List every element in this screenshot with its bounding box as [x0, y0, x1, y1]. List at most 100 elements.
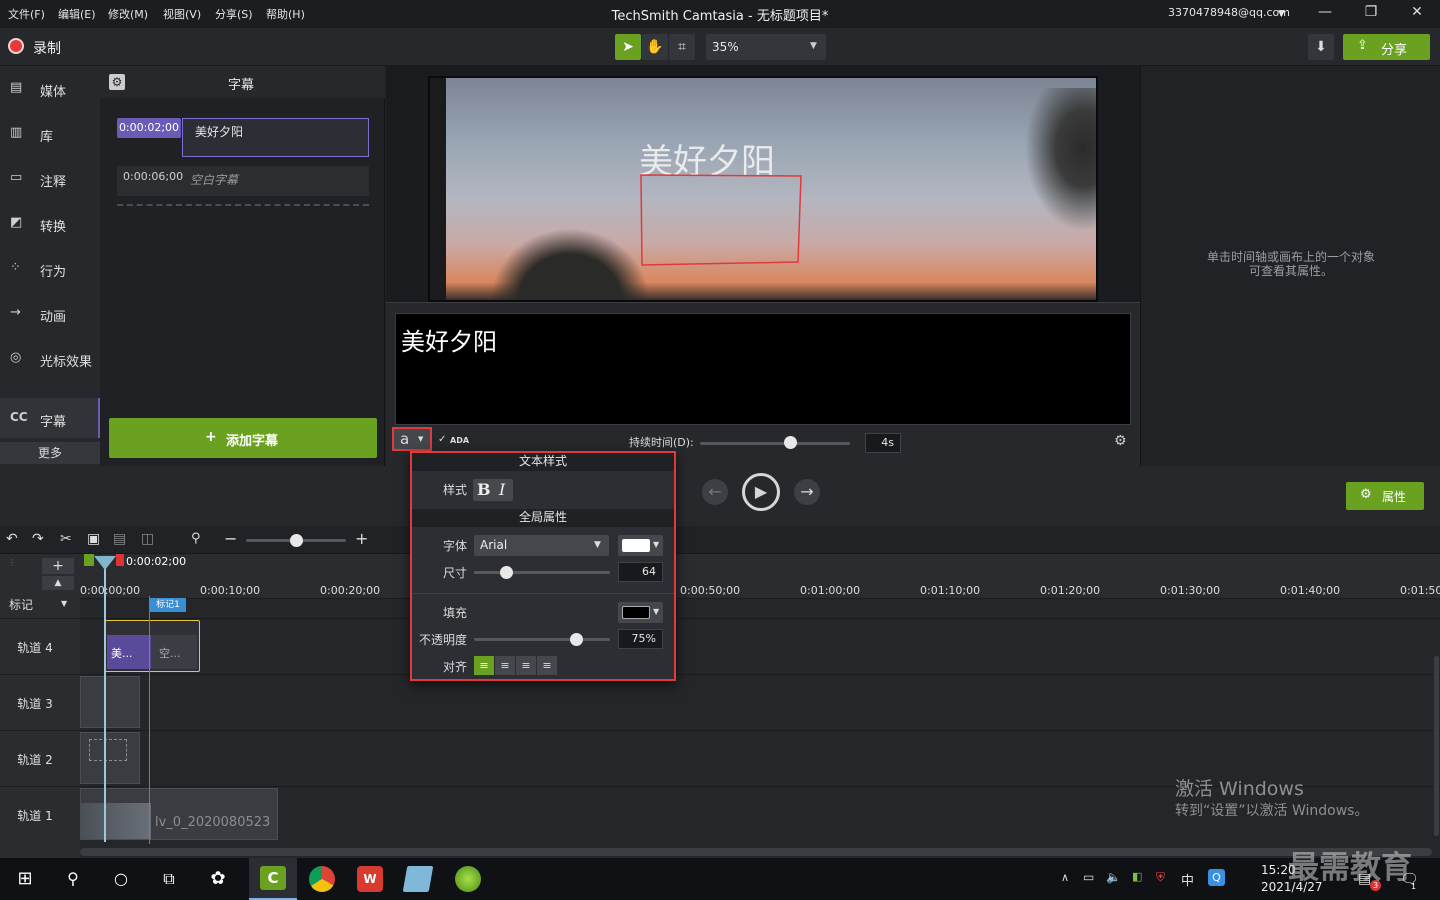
duration-slider-knob[interactable] — [784, 436, 797, 449]
paste-icon[interactable]: ▤ — [113, 531, 126, 547]
sidebar-item-behaviors[interactable]: ⁘ 行为 — [0, 248, 100, 288]
task-view-icon[interactable]: ⧉ — [156, 866, 182, 892]
account-dropdown-icon[interactable]: ▼ — [1278, 9, 1285, 19]
font-color-picker[interactable]: ▼ — [618, 535, 663, 556]
sidebar-item-library[interactable]: ▥ 库 — [0, 113, 100, 153]
align-left-icon[interactable]: ≡ — [474, 656, 494, 675]
size-slider-knob[interactable] — [500, 566, 513, 579]
sidebar-item-media[interactable]: ▤ 媒体 — [0, 68, 100, 108]
green-app-icon[interactable] — [455, 866, 481, 892]
security-icon[interactable]: ⛨ — [1156, 870, 1165, 885]
chevron-down-icon[interactable]: ▼ — [61, 599, 67, 608]
opacity-input[interactable]: 75% — [618, 629, 663, 649]
select-tool-icon[interactable]: ➤ — [615, 34, 641, 60]
next-caption-icon[interactable]: → — [794, 479, 820, 505]
zoom-out-icon[interactable]: − — [224, 529, 237, 548]
video-clip[interactable]: lv_0_2020080523 — [80, 788, 278, 840]
caption-text-box[interactable]: 美好夕阳 — [182, 118, 369, 157]
menu-help[interactable]: 帮助(H) — [266, 6, 305, 22]
horizontal-scrollbar[interactable] — [80, 848, 1432, 856]
undo-icon[interactable]: ↶ — [6, 531, 18, 547]
copy-icon[interactable]: ▣ — [87, 531, 100, 547]
timeline-ruler[interactable]: 0:00:00;00 0:00:10;00 0:00:20;00 0:00:50… — [80, 554, 1440, 612]
restore-icon[interactable]: ❐ — [1357, 4, 1385, 24]
in-point-handle[interactable] — [84, 554, 94, 566]
media-clip[interactable] — [80, 732, 140, 784]
zoom-search-icon[interactable]: ⚲ — [191, 531, 201, 546]
align-justify-icon[interactable]: ≡ — [537, 656, 557, 675]
add-track-icon[interactable]: + — [42, 558, 74, 574]
split-icon[interactable]: ◫ — [141, 531, 154, 547]
sidebar-item-annotations[interactable]: ▭ 注释 — [0, 158, 100, 198]
size-input[interactable]: 64 — [618, 562, 663, 582]
media-clip[interactable] — [80, 676, 140, 728]
playhead-line[interactable] — [104, 566, 106, 842]
track-handle-icon[interactable]: ⋮ — [8, 558, 18, 588]
record-label[interactable]: 录制 — [33, 38, 61, 58]
search-icon[interactable]: ⚲ — [60, 866, 86, 892]
play-loop-icon[interactable]: ▶ — [742, 473, 780, 511]
menu-view[interactable]: 视图(V) — [163, 6, 201, 22]
wps-icon[interactable]: W — [357, 866, 383, 892]
out-point-handle[interactable] — [116, 554, 124, 566]
menu-share[interactable]: 分享(S) — [215, 6, 253, 22]
font-select[interactable]: Arial ▼ — [474, 535, 609, 556]
crop-tool-icon[interactable]: ⌗ — [669, 34, 695, 60]
properties-button[interactable]: ⚙ 属性 — [1346, 482, 1424, 510]
pan-tool-icon[interactable]: ✋ — [642, 34, 668, 60]
ada-label[interactable]: ADA — [450, 436, 469, 445]
checkmark-icon[interactable]: ✓ — [438, 434, 446, 445]
cortana-icon[interactable]: ○ — [108, 866, 134, 892]
marker-flag[interactable]: 标记1 — [150, 598, 186, 612]
caption-clip[interactable]: 美... — [107, 635, 151, 669]
windows-start-icon[interactable]: ⊞ — [12, 866, 38, 892]
caption-clip-group[interactable]: 美... 空... — [104, 620, 200, 672]
text-style-dropdown[interactable]: a ▼ — [392, 427, 432, 451]
track-header[interactable]: 轨道 1 — [0, 786, 80, 841]
opacity-slider[interactable] — [474, 638, 610, 641]
track-header[interactable]: 轨道 2 — [0, 730, 80, 785]
account-email[interactable]: 3370478948@qq.com — [1168, 6, 1290, 19]
zoom-in-icon[interactable]: + — [355, 529, 368, 548]
more-button[interactable]: 更多 — [0, 442, 100, 464]
nvidia-icon[interactable]: ◧ — [1132, 870, 1142, 883]
italic-button[interactable]: I — [499, 480, 505, 499]
caption-clip[interactable]: 空... — [151, 635, 197, 669]
menu-modify[interactable]: 修改(M) — [108, 6, 148, 22]
bold-button[interactable]: B — [477, 480, 491, 499]
menu-edit[interactable]: 编辑(E) — [58, 6, 96, 22]
gear-icon[interactable]: ⚙ — [109, 74, 125, 90]
record-icon[interactable] — [8, 38, 24, 54]
zoom-select[interactable]: 35% ▼ — [706, 34, 826, 60]
download-icon[interactable]: ⬇ — [1308, 34, 1334, 60]
caption-text-editor[interactable]: 美好夕阳 — [395, 313, 1131, 425]
ime-indicator[interactable]: 中 — [1181, 870, 1194, 889]
sidebar-item-transitions[interactable]: ◩ 转换 — [0, 203, 100, 243]
pinwheel-app-icon[interactable]: ✿ — [205, 866, 231, 892]
minimize-icon[interactable]: — — [1311, 4, 1339, 24]
size-slider[interactable] — [474, 571, 610, 574]
gear-icon[interactable]: ⚙ — [1114, 433, 1130, 449]
timeline-zoom-knob[interactable] — [290, 534, 303, 547]
caption-item[interactable]: 0:00:02;00 美好夕阳 — [117, 118, 369, 158]
redo-icon[interactable]: ↷ — [32, 531, 44, 547]
align-center-icon[interactable]: ≡ — [495, 656, 515, 675]
add-caption-button[interactable]: + 添加字幕 — [109, 418, 377, 458]
tray-chevron-icon[interactable]: ∧ — [1061, 871, 1069, 884]
opacity-slider-knob[interactable] — [570, 633, 583, 646]
notes-app-icon[interactable] — [402, 866, 434, 892]
taskbar-camtasia[interactable]: C — [249, 858, 297, 900]
track-header[interactable]: 轨道 4 — [0, 618, 80, 673]
collapse-up-icon[interactable]: ▲ — [42, 576, 74, 590]
cut-icon[interactable]: ✂ — [60, 531, 72, 547]
caption-item[interactable]: 0:00:06;00 空白字幕 — [117, 166, 369, 196]
duration-slider[interactable] — [700, 442, 850, 445]
network-icon[interactable]: ▭ — [1083, 870, 1094, 884]
marker-label[interactable]: 标记 — [9, 596, 33, 613]
chrome-icon[interactable] — [309, 866, 335, 892]
duration-input[interactable]: 4s — [865, 433, 901, 453]
fill-color-picker[interactable]: ▼ — [618, 602, 663, 623]
volume-icon[interactable]: 🔈 — [1106, 870, 1121, 884]
sidebar-item-cursor-effects[interactable]: ◎ 光标效果 — [0, 338, 100, 378]
close-icon[interactable]: ✕ — [1403, 4, 1431, 24]
